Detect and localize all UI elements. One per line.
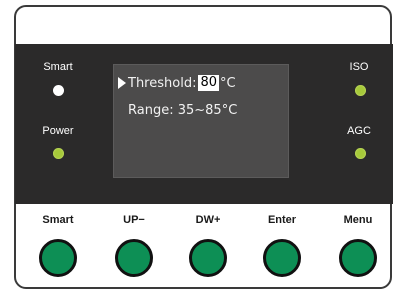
range-text: Range: 35~85°C (128, 103, 238, 118)
iso-indicator-label: ISO (349, 61, 369, 73)
device-front-panel: Smart Power ISO AGC Threshold: 80 °C Ran… (14, 5, 393, 289)
menu-button[interactable] (339, 239, 377, 277)
selection-arrow-icon (118, 77, 126, 89)
menu-button-label: Menu (343, 214, 373, 226)
threshold-label: Threshold: (128, 75, 197, 91)
enter-button-group: Enter (252, 213, 312, 277)
smart-indicator-led (53, 85, 64, 96)
smart-button-label: Smart (42, 214, 74, 226)
iso-indicator-led (355, 85, 366, 96)
down-button[interactable] (189, 239, 227, 277)
control-panel: Smart Power ISO AGC Threshold: 80 °C Ran… (15, 44, 393, 204)
up-button-label: UP− (123, 214, 145, 226)
top-bezel (16, 7, 390, 43)
threshold-unit: °C (220, 75, 236, 91)
up-button[interactable] (115, 239, 153, 277)
menu-button-group: Menu (328, 213, 388, 277)
button-row: Smart UP− DW+ Enter Menu (16, 203, 390, 289)
agc-indicator-label: AGC (347, 125, 371, 137)
smart-indicator-label: Smart (43, 61, 73, 73)
up-button-group: UP− (104, 213, 164, 277)
threshold-value[interactable]: 80 (198, 75, 219, 91)
lcd-screen: Threshold: 80 °C Range: 35~85°C (113, 64, 289, 178)
down-button-label: DW+ (195, 214, 221, 226)
power-indicator-led (53, 148, 64, 159)
smart-button[interactable] (39, 239, 77, 277)
agc-indicator-led (355, 148, 366, 159)
threshold-row[interactable]: Threshold: 80 °C (118, 75, 236, 91)
range-row: Range: 35~85°C (128, 103, 237, 118)
power-indicator-label: Power (42, 125, 74, 137)
enter-button-label: Enter (267, 214, 297, 226)
down-button-group: DW+ (178, 213, 238, 277)
enter-button[interactable] (263, 239, 301, 277)
smart-button-group: Smart (28, 213, 88, 277)
